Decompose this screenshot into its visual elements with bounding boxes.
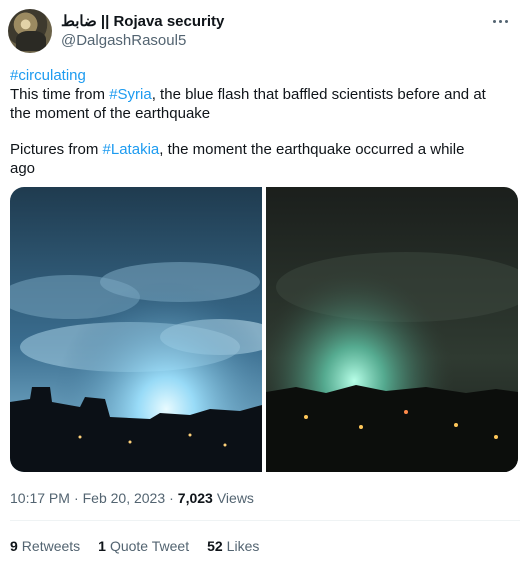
views-label: Views bbox=[216, 490, 254, 506]
tweet-image-right[interactable] bbox=[266, 187, 518, 472]
more-options-icon[interactable] bbox=[490, 13, 510, 29]
retweets-stat[interactable]: 9 Retweets bbox=[10, 538, 80, 554]
quote-tweets-stat[interactable]: 1 Quote Tweet bbox=[98, 538, 189, 554]
retweets-count: 9 bbox=[10, 538, 18, 554]
tweet-date[interactable]: Feb 20, 2023 bbox=[83, 490, 166, 506]
hashtag-latakia[interactable]: #Latakia bbox=[103, 141, 160, 158]
hashtag-syria[interactable]: #Syria bbox=[109, 86, 152, 103]
tweet-line-5: ago bbox=[10, 160, 36, 177]
quotes-label: Quote Tweet bbox=[109, 538, 190, 554]
tweet-text: , the blue flash that baffled scientists… bbox=[151, 86, 486, 103]
tweet-line-1: #circulating bbox=[10, 66, 86, 85]
author-display-name[interactable]: ضابط || Rojava security bbox=[61, 12, 224, 30]
tweet-line-2: This time from #Syria, the blue flash th… bbox=[10, 85, 486, 104]
author-name-row[interactable]: ضابط || Rojava security bbox=[61, 12, 224, 30]
tweet-text: Pictures from bbox=[10, 141, 103, 158]
tweet-text: , the moment the earthquake occurred a w… bbox=[159, 141, 465, 158]
views-count: 7,023 bbox=[177, 490, 213, 506]
tweet-text: This time from bbox=[10, 86, 110, 103]
likes-stat[interactable]: 52 Likes bbox=[207, 538, 259, 554]
author-handle[interactable]: @DalgashRasoul5 bbox=[61, 32, 186, 49]
meta-separator: · bbox=[73, 490, 79, 506]
likes-count: 52 bbox=[207, 538, 223, 554]
hashtag-circulating[interactable]: #circulating bbox=[10, 67, 86, 84]
retweets-label: Retweets bbox=[21, 538, 81, 554]
tweet-line-4: Pictures from #Latakia, the moment the e… bbox=[10, 140, 464, 159]
avatar[interactable] bbox=[8, 9, 52, 53]
quotes-count: 1 bbox=[98, 538, 106, 554]
meta-separator: · bbox=[169, 490, 174, 506]
tweet-meta: 10:17 PM · Feb 20, 2023 · 7,023 Views bbox=[10, 490, 254, 506]
divider bbox=[10, 520, 520, 521]
tweet-image-left[interactable] bbox=[10, 187, 262, 472]
likes-label: Likes bbox=[226, 538, 260, 554]
tweet-time[interactable]: 10:17 PM bbox=[10, 490, 70, 506]
tweet-stats: 9 Retweets 1 Quote Tweet 52 Likes bbox=[10, 538, 259, 554]
tweet-line-3: the moment of the earthquake bbox=[10, 105, 211, 122]
